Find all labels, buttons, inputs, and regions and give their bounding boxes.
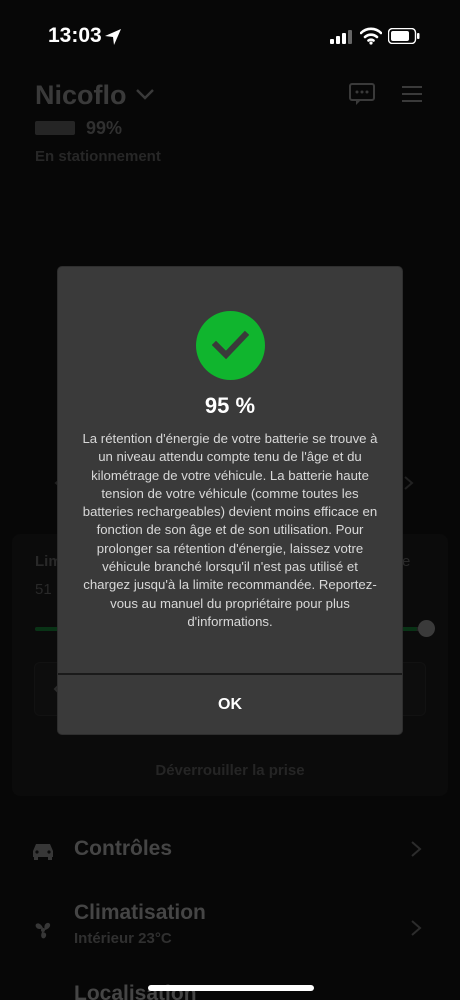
success-badge [196,311,265,380]
dialog-message: La rétention d'énergie de votre batterie… [82,431,378,629]
checkmark-icon [212,330,249,360]
location-arrow-icon [105,29,121,45]
battery-retention-dialog: 95 % La rétention d'énergie de votre bat… [58,267,402,734]
status-bar: 13:03 [0,0,460,60]
retention-percent: 95 % [204,393,256,418]
signal-icon [330,30,352,44]
ok-button[interactable]: OK [58,675,402,734]
home-indicator[interactable] [148,985,314,991]
battery-icon [388,28,420,44]
wifi-icon [360,27,382,45]
status-time: 13:03 [48,24,102,47]
